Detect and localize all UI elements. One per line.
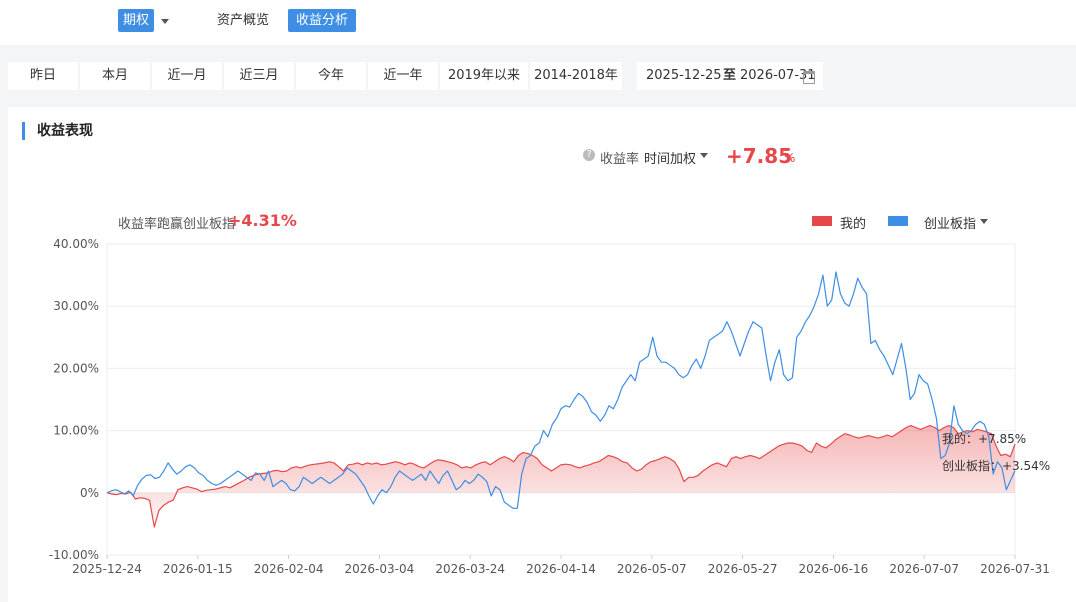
y-tick-label: 0% <box>80 486 99 500</box>
x-tick-label: 2026-05-27 <box>708 562 778 576</box>
x-tick-label: 2026-06-16 <box>799 562 869 576</box>
y-tick-label: 20.00% <box>53 361 99 375</box>
end-label-chinext: 创业板指：+3.54% <box>942 458 1050 473</box>
x-tick-label: 2026-01-15 <box>163 562 233 576</box>
x-tick-label: 2026-04-14 <box>526 562 596 576</box>
y-tick-label: 40.00% <box>53 237 99 251</box>
returns-chart: -10.00% 0% 10.00% 20.00% 30.00% 40.00% 2025-12… <box>49 237 1050 576</box>
x-tick-label: 2026-03-04 <box>345 562 415 576</box>
x-tick-label: 2026-05-07 <box>617 562 687 576</box>
series-area-0 <box>107 425 1015 527</box>
x-tick-label: 2026-02-04 <box>254 562 324 576</box>
y-tick-label: 10.00% <box>53 424 99 438</box>
x-tick-label: 2026-03-24 <box>435 562 505 576</box>
plot-frame <box>106 243 1016 556</box>
end-label-mine: 我的：+7.85% <box>942 431 1026 446</box>
x-tick-label: 2025-12-24 <box>72 562 142 576</box>
x-tick-label: 2026-07-31 <box>980 562 1050 576</box>
x-tick-label: 2026-07-07 <box>889 562 959 576</box>
y-tick-label: 30.00% <box>53 299 99 313</box>
y-tick-label: -10.00% <box>49 548 99 562</box>
